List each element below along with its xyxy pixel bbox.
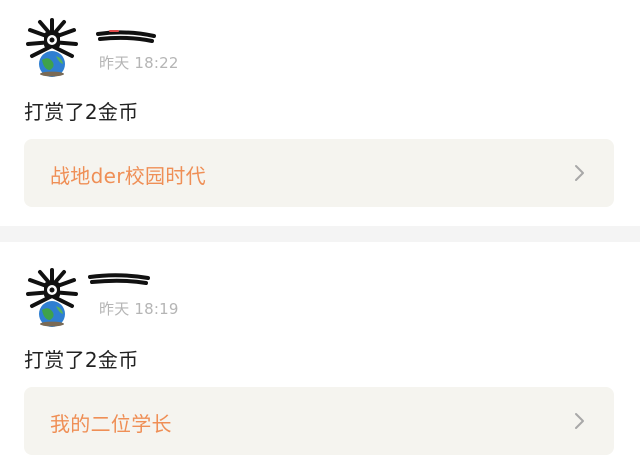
linked-post-card[interactable]: 战地der校园时代 <box>24 139 614 207</box>
linked-post-title: 我的二位学长 <box>50 412 172 436</box>
action-text: 打赏了2金币 <box>24 348 139 372</box>
timestamp: 昨天 18:19 <box>99 300 179 318</box>
activity-card: 昨天 18:19 打赏了2金币 我的二位学长 <box>0 242 640 474</box>
linked-post-title: 战地der校园时代 <box>50 164 206 188</box>
separator <box>0 226 640 242</box>
chevron-right-icon <box>575 165 584 181</box>
chevron-right-icon <box>575 413 584 429</box>
avatar[interactable] <box>24 266 80 328</box>
action-text: 打赏了2金币 <box>24 100 139 124</box>
linked-post-card[interactable]: 我的二位学长 <box>24 387 614 455</box>
avatar[interactable] <box>24 16 80 78</box>
redacted-username <box>88 273 150 285</box>
activity-card: 昨天 18:22 打赏了2金币 战地der校园时代 <box>0 0 640 226</box>
timestamp: 昨天 18:22 <box>99 54 179 72</box>
redacted-username <box>96 30 156 43</box>
activity-feed: 昨天 18:22 打赏了2金币 战地der校园时代 昨天 18:19 打赏了2金… <box>0 0 640 474</box>
